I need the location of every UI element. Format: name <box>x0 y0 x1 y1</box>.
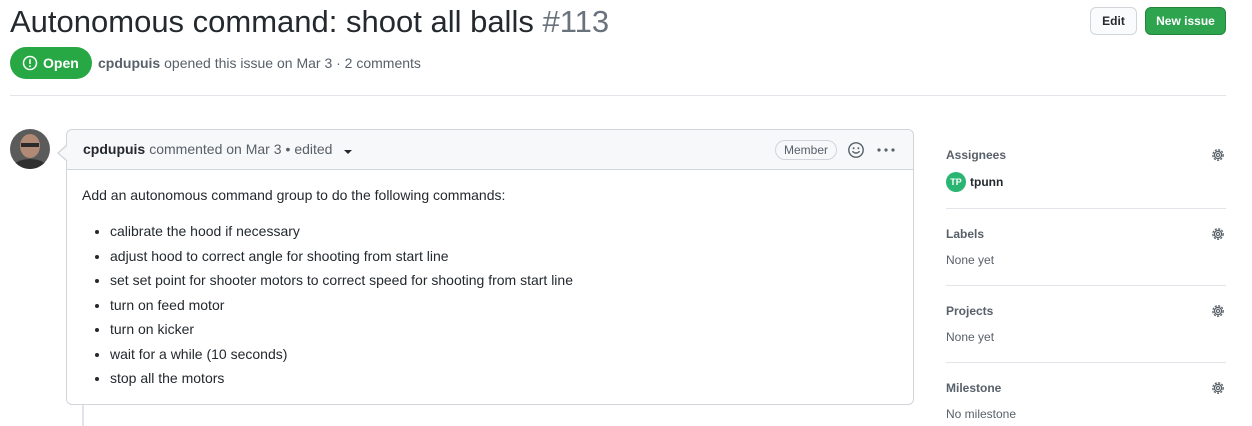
list-item: stop all the motors <box>110 368 898 388</box>
assignee-avatar: TP <box>946 172 966 192</box>
sidebar-divider <box>946 285 1226 286</box>
sidebar-assignees: Assignees TP tpunn <box>946 148 1226 198</box>
task-list: calibrate the hood if necessary adjust h… <box>82 221 898 388</box>
list-item: set set point for shooter motors to corr… <box>110 270 898 290</box>
edited-label: • edited <box>285 141 333 157</box>
gear-icon[interactable] <box>1210 303 1226 319</box>
assignee-user[interactable]: TP tpunn <box>946 172 1003 192</box>
issue-title-text: Autonomous command: shoot all balls <box>10 4 534 39</box>
labels-value: None yet <box>946 253 995 267</box>
avatar-image <box>10 129 50 169</box>
avatar[interactable] <box>10 129 50 169</box>
edited-dropdown[interactable]: • edited <box>286 141 353 157</box>
comment-body: Add an autonomous command group to do th… <box>82 185 898 393</box>
issue-author-link[interactable]: cpdupuis <box>98 55 160 71</box>
list-item: wait for a while (10 seconds) <box>110 344 898 364</box>
gear-icon[interactable] <box>1210 226 1226 242</box>
gear-icon[interactable] <box>1210 380 1226 396</box>
comment-box: cpdupuis commented on Mar 3 • edited Mem… <box>66 129 914 405</box>
comment-author-link[interactable]: cpdupuis <box>83 141 145 157</box>
issue-meta: cpdupuis opened this issue on Mar 3 · 2 … <box>98 55 421 71</box>
issue-title: Autonomous command: shoot all balls #113 <box>10 2 609 42</box>
edit-button[interactable]: Edit <box>1090 7 1137 35</box>
header-divider <box>10 95 1226 96</box>
list-item: turn on kicker <box>110 319 898 339</box>
sidebar-divider <box>946 362 1226 363</box>
list-item: calibrate the hood if necessary <box>110 221 898 241</box>
list-item: turn on feed motor <box>110 295 898 315</box>
comment-header: cpdupuis commented on Mar 3 • edited Mem… <box>67 130 913 170</box>
projects-value: None yet <box>946 330 995 344</box>
kebab-horizontal-icon[interactable] <box>876 141 896 159</box>
issue-opened-icon <box>22 55 38 71</box>
comment-caret-fill <box>59 146 67 160</box>
projects-heading[interactable]: Projects <box>946 304 993 318</box>
milestone-value: No milestone <box>946 407 1017 421</box>
new-issue-button[interactable]: New issue <box>1145 7 1226 35</box>
milestone-heading[interactable]: Milestone <box>946 381 1001 395</box>
caret-down-icon <box>344 150 353 154</box>
sidebar-projects: Projects None yet <box>946 304 1226 354</box>
member-badge: Member <box>775 140 838 160</box>
labels-heading[interactable]: Labels <box>946 227 984 241</box>
comment-action-text: commented on Mar 3 <box>149 141 282 157</box>
issue-number: #113 <box>542 4 610 39</box>
smiley-icon[interactable] <box>847 141 865 159</box>
comment-intro: Add an autonomous command group to do th… <box>82 187 506 203</box>
issue-meta-text: opened this issue on Mar 3 · 2 comments <box>164 55 421 71</box>
assignees-heading[interactable]: Assignees <box>946 148 1006 162</box>
timeline-line <box>82 404 84 426</box>
comment-header-text: cpdupuis commented on Mar 3 • edited <box>83 141 353 157</box>
issue-state-label: Open <box>43 55 79 71</box>
gear-icon[interactable] <box>1210 147 1226 163</box>
sidebar-labels: Labels None yet <box>946 227 1226 277</box>
sidebar-divider <box>946 208 1226 209</box>
list-item: adjust hood to correct angle for shootin… <box>110 246 898 266</box>
sidebar-milestone: Milestone No milestone <box>946 381 1226 426</box>
issue-state-badge: Open <box>10 47 92 79</box>
assignee-name: tpunn <box>970 175 1004 189</box>
